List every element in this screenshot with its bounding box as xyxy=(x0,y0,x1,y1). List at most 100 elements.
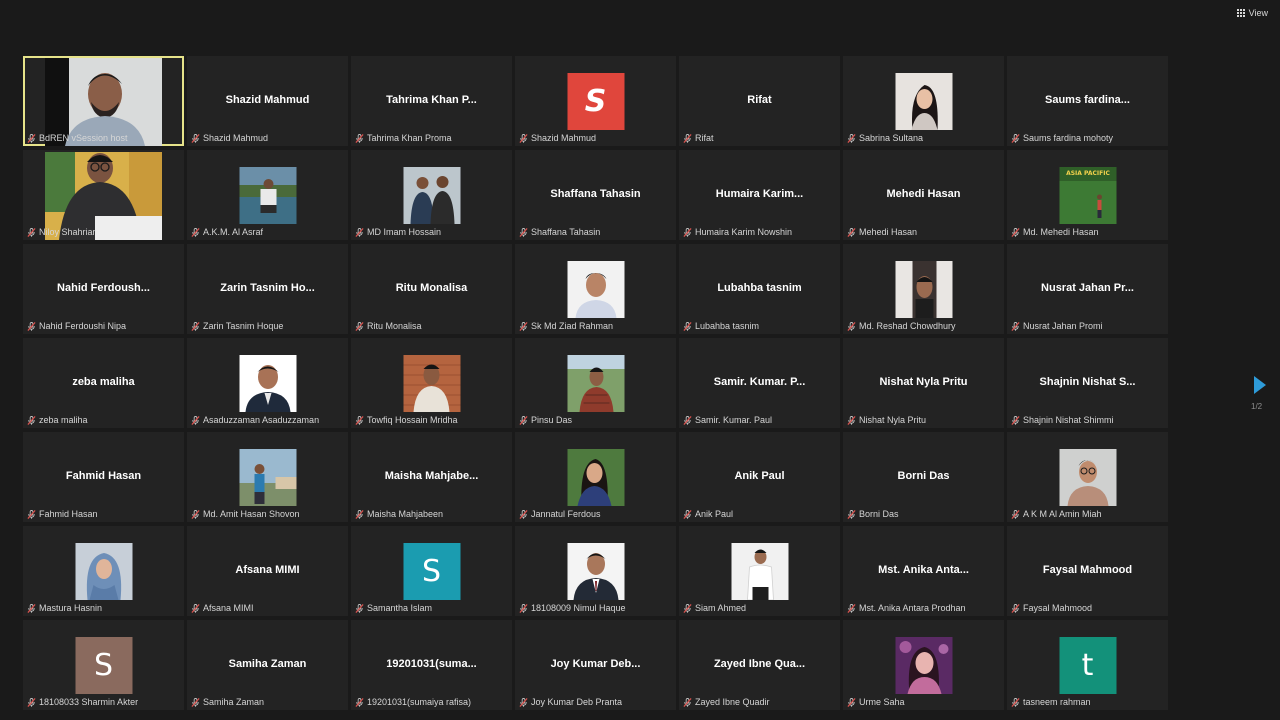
participant-tile[interactable]: Towfiq Hossain Mridha xyxy=(351,338,512,428)
participant-display-name: Samiha Zaman xyxy=(228,658,307,670)
participant-name-label: Afsana MIMI xyxy=(191,603,344,613)
participant-tile[interactable]: Zayed Ibne Qua... Zayed Ibne Quadir xyxy=(679,620,840,710)
participant-display-name: 19201031(suma... xyxy=(386,658,477,670)
mic-muted-icon xyxy=(27,227,36,237)
avatar-letter: S xyxy=(403,543,460,600)
mic-muted-icon xyxy=(355,509,364,519)
participant-tile[interactable]: Nishat Nyla Pritu Nishat Nyla Pritu xyxy=(843,338,1004,428)
participant-tile[interactable]: Saums fardina... Saums fardina mohoty xyxy=(1007,56,1168,146)
participant-tile[interactable]: Borni Das Borni Das xyxy=(843,432,1004,522)
participant-tile[interactable]: Afsana MIMI Afsana MIMI xyxy=(187,526,348,616)
participant-tile[interactable]: Mastura Hasnin xyxy=(23,526,184,616)
participant-name-label: Sabrina Sultana xyxy=(847,133,1000,143)
participant-name-label: Shaffana Tahasin xyxy=(519,227,672,237)
participant-tile[interactable]: Md. Reshad Chowdhury xyxy=(843,244,1004,334)
participant-tile[interactable]: Lubahba tasnim Lubahba tasnim xyxy=(679,244,840,334)
participant-name-label: Shazid Mahmud xyxy=(519,133,672,143)
participant-name: Asaduzzaman Asaduzzaman xyxy=(203,415,320,425)
participant-display-name: Rifat xyxy=(747,94,772,106)
participant-tile[interactable]: ASIA PACIFIC Md. Mehedi Hasan xyxy=(1007,150,1168,240)
participant-tile[interactable]: S 18108033 Sharmin Akter xyxy=(23,620,184,710)
participant-tile[interactable]: Shaffana Tahasin Shaffana Tahasin xyxy=(515,150,676,240)
participant-name-label: 19201031(sumaiya rafisa) xyxy=(355,697,508,707)
participant-display-name: Nusrat Jahan Pr... xyxy=(1041,282,1134,294)
participant-tile[interactable]: t tasneem rahman xyxy=(1007,620,1168,710)
participant-tile[interactable]: Zarin Tasnim Ho... Zarin Tasnim Hoque xyxy=(187,244,348,334)
participant-name: Joy Kumar Deb Pranta xyxy=(531,697,623,707)
mic-muted-icon xyxy=(847,133,856,143)
participant-name-label: Jannatul Ferdous xyxy=(519,509,672,519)
participant-name: Shazid Mahmud xyxy=(203,133,269,143)
participant-tile[interactable]: Nusrat Jahan Pr... Nusrat Jahan Promi xyxy=(1007,244,1168,334)
participant-tile[interactable]: A K M Al Amin Miah xyxy=(1007,432,1168,522)
participant-tile[interactable]: BdREN vSession host xyxy=(23,56,184,146)
participant-tile[interactable]: Urme Saha xyxy=(843,620,1004,710)
participant-name-label: tasneem rahman xyxy=(1011,697,1164,707)
participant-tile[interactable]: Mehedi Hasan Mehedi Hasan xyxy=(843,150,1004,240)
participant-name-label: Lubahba tasnim xyxy=(683,321,836,331)
participant-tile[interactable]: S Shazid Mahmud xyxy=(515,56,676,146)
participant-name-label: Maisha Mahjabeen xyxy=(355,509,508,519)
participant-tile[interactable]: Shajnin Nishat S... Shajnin Nishat Shimmi xyxy=(1007,338,1168,428)
participant-tile[interactable]: Siam Ahmed xyxy=(679,526,840,616)
participant-tile[interactable]: Shazid Mahmud Shazid Mahmud xyxy=(187,56,348,146)
mic-muted-icon xyxy=(519,415,528,425)
participant-tile[interactable]: Samir. Kumar. P... Samir. Kumar. Paul xyxy=(679,338,840,428)
avatar-photo xyxy=(567,261,624,318)
participant-tile[interactable]: Asaduzzaman Asaduzzaman xyxy=(187,338,348,428)
participant-name-label: Ritu Monalisa xyxy=(355,321,508,331)
participant-tile[interactable]: Tahrima Khan P... Tahrima Khan Proma xyxy=(351,56,512,146)
participant-tile[interactable]: 19201031(suma... 19201031(sumaiya rafisa) xyxy=(351,620,512,710)
participant-tile[interactable]: Anik Paul Anik Paul xyxy=(679,432,840,522)
participant-tile[interactable]: Pinsu Das xyxy=(515,338,676,428)
participant-name-label: 18108033 Sharmin Akter xyxy=(27,697,180,707)
mic-muted-icon xyxy=(27,697,36,707)
participant-tile[interactable]: Md. Amit Hasan Shovon xyxy=(187,432,348,522)
participant-name-label: Shajnin Nishat Shimmi xyxy=(1011,415,1164,425)
participant-tile[interactable]: Jannatul Ferdous xyxy=(515,432,676,522)
participant-tile[interactable]: Samiha Zaman Samiha Zaman xyxy=(187,620,348,710)
participant-tile[interactable]: Faysal Mahmood Faysal Mahmood xyxy=(1007,526,1168,616)
avatar-photo xyxy=(895,637,952,694)
participant-tile[interactable]: Niloy Shahriar xyxy=(23,150,184,240)
next-page-arrow-icon[interactable] xyxy=(1254,376,1266,394)
participant-tile[interactable]: Mst. Anika Anta... Mst. Anika Antara Prod… xyxy=(843,526,1004,616)
participant-display-name: Lubahba tasnim xyxy=(717,282,802,294)
participant-name: Urme Saha xyxy=(859,697,905,707)
mic-muted-icon xyxy=(519,603,528,613)
participant-name-label: MD Imam Hossain xyxy=(355,227,508,237)
view-button[interactable]: View xyxy=(1236,8,1268,18)
participant-name-label: 18108009 Nimul Haque xyxy=(519,603,672,613)
mic-muted-icon xyxy=(847,697,856,707)
participant-tile[interactable]: Ritu Monalisa Ritu Monalisa xyxy=(351,244,512,334)
participant-tile[interactable]: Humaira Karim... Humaira Karim Nowshin xyxy=(679,150,840,240)
mic-muted-icon xyxy=(1011,133,1020,143)
participant-name: Mehedi Hasan xyxy=(859,227,918,237)
participant-name-label: Md. Amit Hasan Shovon xyxy=(191,509,344,519)
participant-tile[interactable]: MD Imam Hossain xyxy=(351,150,512,240)
mic-muted-icon xyxy=(1011,603,1020,613)
participant-tile[interactable]: Joy Kumar Deb... Joy Kumar Deb Pranta xyxy=(515,620,676,710)
view-label: View xyxy=(1248,8,1268,18)
participant-tile[interactable]: 18108009 Nimul Haque xyxy=(515,526,676,616)
mic-muted-icon xyxy=(847,415,856,425)
participant-tile[interactable]: zeba maliha zeba maliha xyxy=(23,338,184,428)
participant-tile[interactable]: Fahmid Hasan Fahmid Hasan xyxy=(23,432,184,522)
participant-tile[interactable]: S Samantha Islam xyxy=(351,526,512,616)
participant-name: Shazid Mahmud xyxy=(531,133,597,143)
participant-name-label: Tahrima Khan Proma xyxy=(355,133,508,143)
participant-tile[interactable]: Sabrina Sultana xyxy=(843,56,1004,146)
participant-tile[interactable]: Rifat Rifat xyxy=(679,56,840,146)
participant-name-label: Pinsu Das xyxy=(519,415,672,425)
participant-name: Md. Mehedi Hasan xyxy=(1023,227,1099,237)
participant-tile[interactable]: A.K.M. Al Asraf xyxy=(187,150,348,240)
page-indicator: 1/2 xyxy=(1251,402,1263,411)
participant-tile[interactable]: Sk Md Ziad Rahman xyxy=(515,244,676,334)
participant-tile[interactable]: Nahid Ferdoush... Nahid Ferdoushi Nipa xyxy=(23,244,184,334)
participant-display-name: Maisha Mahjabe... xyxy=(384,470,479,482)
participant-display-name: Fahmid Hasan xyxy=(65,470,142,482)
participant-tile[interactable]: Maisha Mahjabe... Maisha Mahjabeen xyxy=(351,432,512,522)
mic-muted-icon xyxy=(27,133,36,143)
participant-name: Zayed Ibne Quadir xyxy=(695,697,770,707)
mic-muted-icon xyxy=(191,509,200,519)
